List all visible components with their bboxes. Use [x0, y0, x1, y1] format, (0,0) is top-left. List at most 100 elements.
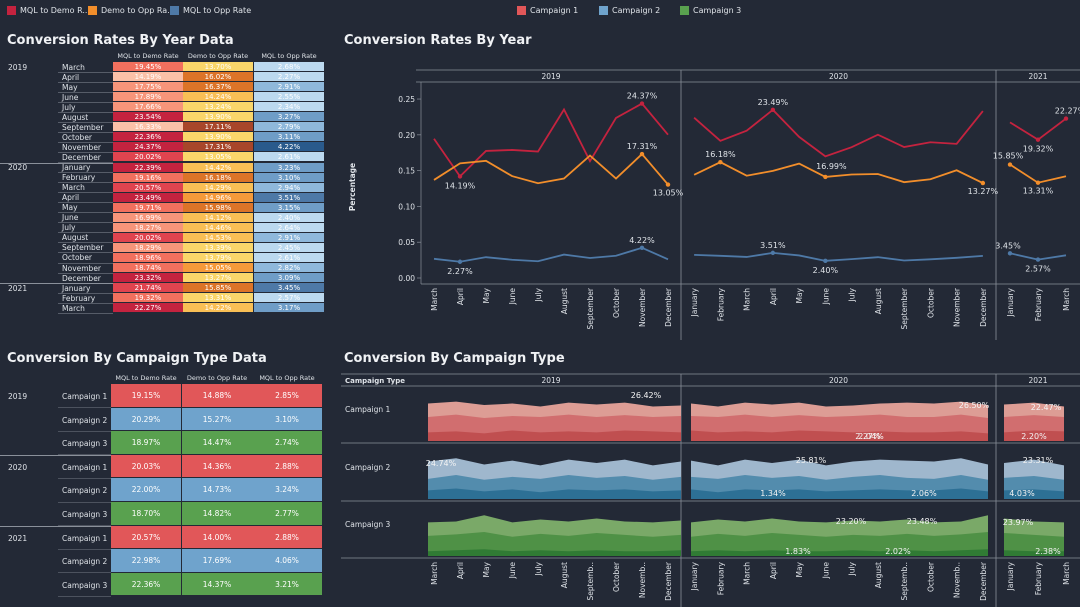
- series-line: [694, 251, 983, 262]
- area-data-label: 2.02%: [885, 547, 911, 556]
- table1-cell: 16.18%: [183, 172, 253, 183]
- table2-year-label: 2021: [8, 533, 28, 543]
- pane-year-label: 2019: [541, 376, 560, 385]
- table1-col-header: MQL to Demo Rate: [117, 52, 179, 60]
- table1-year-label: 2021: [8, 283, 28, 293]
- table1-cell: 18.27%: [113, 222, 183, 233]
- data-label: 24.37%: [627, 92, 658, 101]
- table1-year-label: 2019: [8, 62, 28, 72]
- x-tick-label: March: [1062, 562, 1071, 585]
- table2-row-line: [58, 430, 111, 432]
- legend-item: Campaign 3: [680, 6, 741, 15]
- table1-cell: 2.27%: [254, 72, 324, 83]
- table1-month-label: February: [62, 173, 96, 183]
- table2-row-line: [58, 501, 111, 503]
- table1-month-label: March: [62, 183, 85, 193]
- x-tick-label: March: [743, 288, 752, 311]
- x-tick-label: Novemb..: [638, 562, 647, 598]
- x-tick-label: Novemb..: [953, 562, 962, 598]
- table2-cell: 15.27%: [182, 407, 252, 432]
- table2-cell: 3.10%: [252, 407, 322, 432]
- table2-cell: 22.98%: [111, 549, 181, 573]
- x-tick-label: March: [743, 562, 752, 585]
- table1-cell: 17.11%: [183, 122, 253, 133]
- table1-cell: 14.24%: [183, 92, 253, 103]
- area-data-label: 23.97%: [1003, 518, 1034, 527]
- table2-cell: 14.37%: [182, 572, 252, 597]
- table1-cell: 3.09%: [254, 273, 324, 284]
- pane-year-label: 2021: [1028, 72, 1047, 81]
- data-label: 4.22%: [629, 236, 655, 245]
- table1-year-label: 2020: [8, 163, 28, 172]
- table1-cell: 14.12%: [183, 212, 253, 223]
- table1-month-label: July: [62, 102, 76, 112]
- legend-item: Campaign 2: [599, 6, 660, 15]
- x-tick-label: June: [508, 288, 517, 306]
- table1-cell: 18.29%: [113, 242, 183, 253]
- table1-cell: 14.29%: [183, 182, 253, 193]
- table2-col-header: MQL to Opp Rate: [259, 374, 315, 382]
- data-label: 2.27%: [447, 267, 473, 276]
- data-point-marker: [1007, 162, 1013, 167]
- area-data-label: 26.50%: [959, 401, 990, 410]
- legend-item: Demo to Opp Ra..: [88, 6, 172, 15]
- table1-cell: 3.45%: [254, 283, 324, 294]
- table1-cell: 2.64%: [254, 222, 324, 233]
- table1-group-divider: [0, 162, 113, 164]
- table2-year-label: 2020: [8, 462, 28, 472]
- table2-cell: 3.24%: [252, 478, 322, 502]
- data-label: 14.19%: [445, 181, 476, 190]
- data-point-marker: [639, 151, 645, 157]
- table1-group-divider: [0, 283, 113, 285]
- x-tick-label: November: [638, 287, 647, 327]
- x-tick-label: February: [1034, 561, 1043, 595]
- legend-label: Campaign 2: [612, 6, 661, 15]
- table1-month-label: September: [62, 243, 104, 253]
- table1-month-label: January: [62, 283, 91, 293]
- area-data-label: 2.06%: [911, 489, 937, 498]
- table2-cell: 20.57%: [111, 525, 181, 550]
- table1-cell: 19.32%: [113, 293, 183, 304]
- data-point-marker: [1007, 251, 1013, 256]
- table1-cell: 17.75%: [113, 82, 183, 93]
- x-tick-label: May: [482, 287, 491, 303]
- table1-cell: 22.39%: [113, 162, 183, 173]
- data-label: 19.32%: [1023, 145, 1054, 154]
- data-point-marker: [1035, 180, 1041, 185]
- pane-year-label: 2021: [1028, 376, 1047, 385]
- table1-cell: 18.74%: [113, 263, 183, 274]
- x-tick-label: April: [456, 288, 465, 305]
- x-tick-label: August: [560, 288, 569, 314]
- table1-month-label: June: [62, 213, 79, 223]
- table2-campaign-label: Campaign 2: [62, 415, 108, 425]
- table1-cell: 17.66%: [113, 102, 183, 113]
- table1-cell: 2.91%: [254, 232, 324, 243]
- table2-row-line: [58, 477, 111, 479]
- table1-cell: 2.55%: [254, 92, 324, 103]
- table1-cell: 2.82%: [254, 263, 324, 274]
- series-line: [693, 108, 984, 158]
- x-tick-label: January: [1006, 287, 1015, 317]
- table1-cell: 20.02%: [113, 232, 183, 243]
- area-data-label: 23.31%: [1023, 456, 1054, 465]
- row-header-title: Campaign Type: [345, 377, 405, 385]
- x-tick-label: December: [664, 561, 673, 601]
- data-point-marker: [457, 259, 463, 264]
- data-label: 15.85%: [993, 152, 1024, 161]
- table1-cell: 14.46%: [183, 222, 253, 233]
- data-label: 13.31%: [1023, 187, 1054, 196]
- y-tick-label: 0.10: [398, 202, 415, 211]
- data-label: 23.49%: [758, 98, 789, 107]
- table1-cell: 16.02%: [183, 72, 253, 83]
- table2-row-line: [58, 572, 111, 574]
- area-data-label: 1.83%: [785, 547, 811, 556]
- table1-cell: 2.45%: [254, 242, 324, 253]
- table1-month-label: April: [62, 72, 80, 82]
- legend-swatch: [88, 6, 97, 15]
- y-tick-label: 0.05: [398, 238, 415, 247]
- pane-year-label: 2019: [541, 72, 560, 81]
- table2-campaign-label: Campaign 1: [62, 462, 108, 472]
- area-data-label: 23.48%: [907, 517, 938, 526]
- x-tick-label: January: [690, 287, 699, 317]
- data-label: 17.31%: [627, 142, 658, 151]
